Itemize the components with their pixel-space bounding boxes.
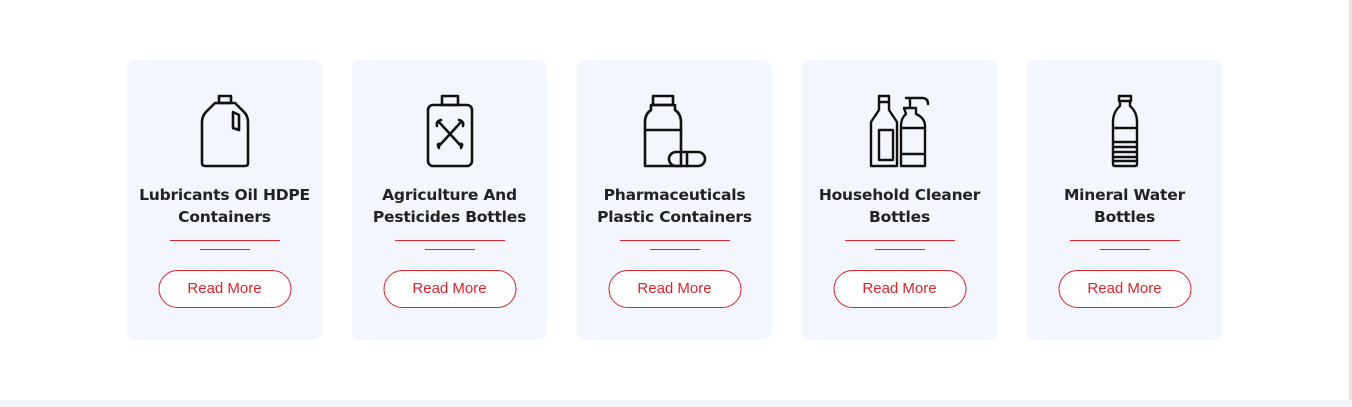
divider-long [169,240,280,241]
water-bottle-icon [1085,94,1165,172]
divider-short [874,249,925,250]
product-card-mineral-water: Mineral Water Bottles Read More [1027,60,1222,340]
product-card-pharmaceuticals: Pharmaceuticals Plastic Containers Read … [577,60,772,340]
card-title-line2: Bottles [869,208,930,226]
gallon-jug-icon [185,94,265,172]
divider-long [619,240,730,241]
card-title-line1: Agriculture And [382,186,517,204]
card-title-line1: Household Cleaner [818,186,981,204]
divider-short [199,249,250,250]
card-title-line1: Pharmaceuticals [603,186,746,204]
card-title-line1: Lubricants Oil HDPE [139,186,310,204]
read-more-button[interactable]: Read More [1058,270,1191,308]
card-title-line2: Containers [178,208,271,226]
pesticide-bottle-icon [410,94,490,172]
medicine-bottle-capsule-icon [635,94,715,172]
divider-short [649,249,700,250]
divider-short [424,249,475,250]
divider-long [844,240,955,241]
product-card-lubricants: Lubricants Oil HDPE Containers Read More [127,60,322,340]
divider-short [1099,249,1150,250]
cleaner-pump-bottles-icon [860,94,940,172]
read-more-button[interactable]: Read More [383,270,516,308]
next-section-band [0,400,1352,407]
read-more-button[interactable]: Read More [608,270,741,308]
product-card-household: Household Cleaner Bottles Read More [802,60,997,340]
card-title-line2: Pesticides Bottles [372,208,527,226]
read-more-button[interactable]: Read More [158,270,291,308]
divider-long [1069,240,1180,241]
card-title-line1: Mineral Water [1063,186,1186,204]
divider-long [394,240,505,241]
card-title-line2: Bottles [1094,208,1155,226]
read-more-button[interactable]: Read More [833,270,966,308]
card-title-line2: Plastic Containers [597,208,752,226]
product-card-agriculture: Agriculture And Pesticides Bottles Read … [352,60,547,340]
